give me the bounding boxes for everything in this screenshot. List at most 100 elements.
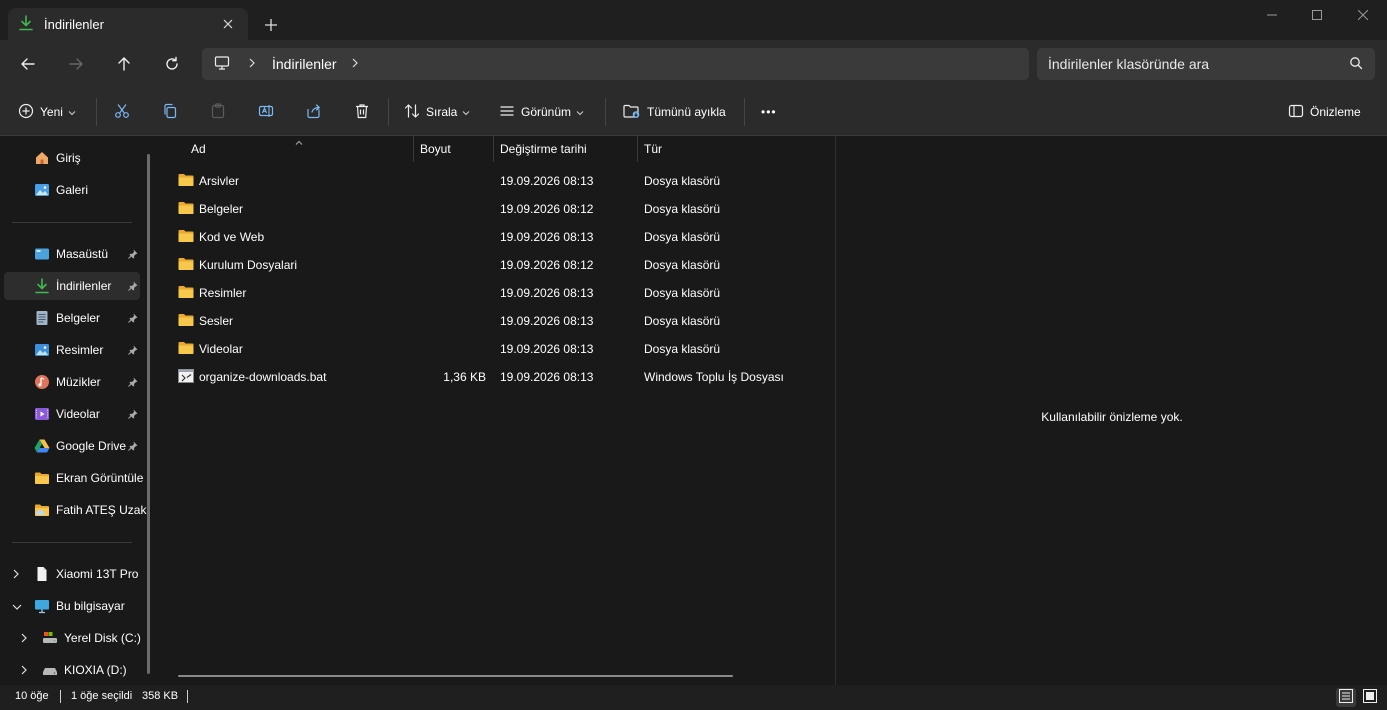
file-name: Kurulum Dosyalari	[199, 258, 298, 272]
view-button[interactable]: Görünüm	[499, 100, 584, 124]
chevron-right-icon[interactable]	[20, 664, 28, 678]
file-row[interactable]: Videolar 19.09.2026 08:13 Dosya klasörü	[172, 334, 832, 362]
pin-icon[interactable]	[128, 344, 138, 358]
sidebar-item-this-pc[interactable]: Bu bilgisayar	[4, 592, 140, 620]
tab-downloads[interactable]: İndirilenler	[8, 8, 248, 40]
computer-icon	[34, 598, 50, 614]
column-divider[interactable]	[493, 136, 494, 162]
sidebar-item-drive-c[interactable]: Yerel Disk (C:)	[4, 624, 141, 652]
pin-icon[interactable]	[128, 248, 138, 262]
extract-all-button[interactable]: Tümünü ayıkla	[623, 100, 726, 124]
sidebar-item-videos[interactable]: Videolar	[4, 400, 140, 428]
new-tab-button[interactable]	[260, 14, 282, 36]
sidebar-item-xiaomi[interactable]: Xiaomi 13T Pro	[4, 560, 140, 588]
forward-button[interactable]	[64, 52, 88, 76]
copy-button[interactable]	[162, 100, 178, 124]
sort-button[interactable]: Sırala	[404, 100, 470, 124]
horizontal-scrollbar[interactable]	[178, 675, 733, 677]
delete-button[interactable]	[354, 100, 370, 124]
rename-icon	[258, 103, 274, 122]
chevron-right-icon[interactable]	[351, 57, 359, 71]
refresh-button[interactable]	[160, 52, 184, 76]
sidebar-item-label: Google Drive	[56, 439, 127, 453]
sidebar-item-label: KIOXIA (D:)	[64, 663, 127, 677]
column-divider[interactable]	[413, 136, 414, 162]
details-view-button[interactable]	[1336, 688, 1356, 707]
file-row[interactable]: Sesler 19.09.2026 08:13 Dosya klasörü	[172, 306, 832, 334]
close-window-button[interactable]	[1340, 0, 1386, 30]
chevron-right-icon[interactable]	[12, 568, 20, 582]
toolbar-divider	[744, 98, 745, 126]
folder-icon	[178, 173, 194, 190]
file-row[interactable]: Belgeler 19.09.2026 08:12 Dosya klasörü	[172, 194, 832, 222]
column-header-label: Tür	[644, 142, 662, 156]
gallery-icon	[34, 182, 50, 198]
cut-button[interactable]	[114, 100, 130, 124]
extract-folder-icon	[623, 103, 641, 122]
sidebar-item-pictures[interactable]: Resimler	[4, 336, 140, 364]
address-bar[interactable]: İndirilenler	[202, 48, 1029, 80]
tiles-view-button[interactable]	[1360, 688, 1380, 707]
sidebar-item-drive-d[interactable]: KIOXIA (D:)	[4, 656, 140, 684]
sort-icon	[404, 103, 420, 122]
new-button[interactable]: Yeni	[18, 100, 76, 124]
column-divider[interactable]	[637, 136, 638, 162]
chevron-right-icon[interactable]	[20, 632, 28, 646]
sidebar-item-home[interactable]: Giriş	[4, 144, 140, 172]
sidebar-item-google-drive[interactable]: Google Drive	[4, 432, 140, 460]
column-header-modified[interactable]: Değiştirme tarihi	[500, 136, 635, 162]
extract-all-label: Tümünü ayıkla	[647, 105, 726, 119]
preview-pane-button[interactable]: Önizleme	[1288, 100, 1361, 124]
file-modified: 19.09.2026 08:13	[500, 286, 594, 300]
rename-button[interactable]	[258, 100, 274, 124]
sidebar-item-fatih-ates[interactable]: Fatih ATEŞ Uzak	[4, 496, 146, 524]
up-button[interactable]	[112, 52, 136, 76]
preview-pane: Kullanılabilir önizleme yok.	[835, 136, 1387, 685]
search-placeholder: İndirilenler klasöründe ara	[1048, 56, 1210, 72]
sidebar-scrollbar[interactable]	[147, 154, 150, 674]
sidebar-item-documents[interactable]: Belgeler	[4, 304, 140, 332]
search-input[interactable]: İndirilenler klasöründe ara	[1037, 48, 1375, 80]
search-icon[interactable]	[1349, 56, 1363, 73]
folder-icon	[178, 313, 194, 330]
sidebar-item-label: Resimler	[56, 343, 104, 357]
pin-icon[interactable]	[128, 376, 138, 390]
file-row[interactable]: Resimler 19.09.2026 08:13 Dosya klasörü	[172, 278, 832, 306]
pin-icon[interactable]	[128, 408, 138, 422]
column-header-type[interactable]: Tür	[644, 136, 794, 162]
file-type: Dosya klasörü	[644, 258, 721, 272]
chevron-down-icon	[462, 105, 470, 119]
pin-icon[interactable]	[128, 440, 138, 454]
details-view-icon	[1339, 689, 1353, 706]
sidebar-item-downloads[interactable]: İndirilenler	[4, 272, 140, 300]
sort-ascending-icon	[295, 135, 303, 149]
file-type: Dosya klasörü	[644, 230, 721, 244]
paste-button[interactable]	[210, 100, 226, 124]
selection-size: 358 KB	[142, 690, 179, 702]
pin-icon[interactable]	[128, 312, 138, 326]
back-button[interactable]	[16, 52, 40, 76]
file-row[interactable]: Kurulum Dosyalari 19.09.2026 08:12 Dosya k…	[172, 250, 832, 278]
breadcrumb-downloads[interactable]: İndirilenler	[272, 56, 337, 72]
maximize-button[interactable]	[1294, 0, 1340, 30]
toolbar-divider	[96, 98, 97, 126]
sidebar-item-music[interactable]: Müzikler	[4, 368, 140, 396]
sidebar-item-screenshots[interactable]: Ekran Görüntüle	[4, 464, 143, 492]
file-row[interactable]: Kod ve Web 19.09.2026 08:13 Dosya klasörü	[172, 222, 832, 250]
file-row[interactable]: organize-downloads.bat 1,36 KB 19.09.2026 …	[172, 362, 832, 390]
computer-icon[interactable]	[214, 55, 230, 74]
column-header-label: Değiştirme tarihi	[500, 142, 587, 156]
sidebar-item-desktop[interactable]: Masaüstü	[4, 240, 140, 268]
share-button[interactable]	[306, 100, 322, 124]
more-options-button[interactable]: •••	[761, 100, 777, 124]
chevron-right-icon[interactable]	[248, 57, 256, 71]
pin-icon[interactable]	[128, 280, 138, 294]
chevron-down-icon[interactable]	[12, 600, 22, 614]
close-tab-icon[interactable]	[218, 14, 238, 34]
column-header-size[interactable]: Boyut	[420, 136, 490, 162]
minimize-button[interactable]	[1249, 0, 1295, 30]
file-row[interactable]: Arsivler 19.09.2026 08:13 Dosya klasörü	[172, 166, 832, 194]
folder-icon	[178, 341, 194, 358]
sidebar-item-label: Xiaomi 13T Pro	[56, 567, 139, 581]
sidebar-item-gallery[interactable]: Galeri	[4, 176, 140, 204]
